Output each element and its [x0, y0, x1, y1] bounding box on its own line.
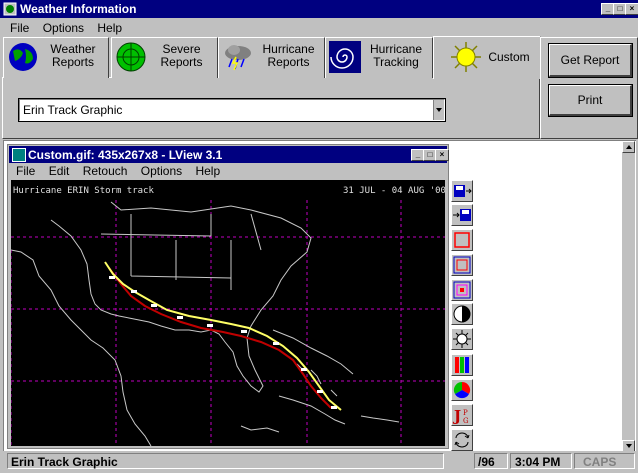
get-report-label: Get Report [560, 53, 620, 67]
lview-title: Custom.gif: 435x267x8 - LView 3.1 [28, 148, 223, 162]
map-caption-left: Hurricane ERIN Storm track [13, 186, 154, 196]
main-menu-bar: File Options Help [10, 20, 132, 36]
storm-track-map: Hurricane ERIN Storm track 31 JUL - 04 A… [11, 180, 445, 446]
svg-text:G: G [463, 417, 469, 425]
tab-hurricane-reports[interactable]: Hurricane Reports [218, 37, 325, 78]
save-disk-icon[interactable] [451, 180, 473, 202]
tab-label: Reports [51, 55, 95, 69]
lview-menu-help[interactable]: Help [195, 164, 220, 178]
sun-icon [450, 41, 482, 73]
globe-icon [7, 41, 39, 73]
app-icon[interactable] [3, 2, 17, 16]
map-caption-right: 31 JUL - 04 AUG '005 [343, 186, 445, 196]
status-caps-value: CAPS [583, 455, 617, 469]
scroll-up-button[interactable] [622, 141, 635, 153]
chevron-down-icon [626, 444, 632, 448]
status-text: Erin Track Graphic [7, 453, 444, 469]
status-time-value: 3:04 PM [515, 455, 561, 469]
tab-hurricane-tracking[interactable]: Hurricane Tracking [325, 37, 433, 78]
tab-severe-reports[interactable]: Severe Reports [111, 37, 218, 78]
storm-cloud-icon [222, 41, 254, 73]
color-wheel-icon[interactable] [451, 379, 473, 401]
lview-close-button[interactable]: × [435, 149, 449, 161]
lview-menu-file[interactable]: File [16, 164, 35, 178]
vertical-scrollbar[interactable] [622, 141, 635, 452]
lview-app-icon[interactable] [12, 148, 26, 162]
frame-icon[interactable] [451, 279, 473, 301]
report-select[interactable]: Erin Track Graphic [18, 98, 446, 122]
load-disk-icon[interactable] [451, 204, 473, 226]
tab-weather-reports[interactable]: Weather Reports [3, 37, 109, 78]
report-select-value: Erin Track Graphic [23, 103, 123, 117]
main-title-bar[interactable]: Weather Information _ □ × [0, 0, 638, 18]
close-button[interactable]: × [625, 3, 638, 15]
tab-label: Tracking [373, 55, 419, 69]
resize-icon[interactable] [451, 254, 473, 276]
storm-track-red [108, 267, 332, 409]
lview-menu-options[interactable]: Options [141, 164, 182, 178]
lview-menu-edit[interactable]: Edit [49, 164, 70, 178]
brightness-icon[interactable] [451, 328, 473, 350]
status-date: /96 [474, 453, 508, 469]
menu-file[interactable]: File [10, 21, 29, 35]
tab-label: Severe [162, 42, 201, 56]
svg-text:P: P [463, 409, 468, 417]
lview-title-bar[interactable]: Custom.gif: 435x267x8 - LView 3.1 _ □ × [9, 146, 449, 163]
status-message: Erin Track Graphic [11, 455, 118, 469]
lview-menu-retouch[interactable]: Retouch [83, 164, 128, 178]
tab-label: Reports [267, 55, 310, 69]
svg-text:J: J [452, 407, 461, 425]
rotate-icon[interactable] [451, 429, 473, 451]
tab-custom[interactable]: Custom [433, 36, 541, 79]
print-button[interactable]: Print [548, 84, 633, 117]
jpeg-icon[interactable]: JPG [451, 404, 473, 426]
hurricane-spiral-icon [329, 41, 361, 73]
tab-label: Hurricane [262, 42, 315, 56]
chevron-down-icon [436, 108, 442, 112]
tab-label: Custom [488, 50, 530, 64]
menu-help[interactable]: Help [97, 21, 122, 35]
crop-select-icon[interactable] [451, 229, 473, 251]
menu-options[interactable]: Options [43, 21, 84, 35]
contrast-icon[interactable] [451, 303, 473, 325]
print-label: Print [577, 93, 603, 107]
color-balance-icon[interactable] [451, 354, 473, 376]
lview-window[interactable]: Custom.gif: 435x267x8 - LView 3.1 _ □ × … [7, 144, 449, 449]
tab-label: Reports [160, 55, 203, 69]
status-time: 3:04 PM [510, 453, 572, 469]
status-date-value: /96 [478, 455, 495, 469]
chevron-up-icon [626, 145, 632, 149]
storm-track-map-graphic: Hurricane ERIN Storm track 31 JUL - 04 A… [11, 186, 445, 446]
tab-label: Hurricane [369, 42, 423, 56]
tab-label: Weather [50, 42, 96, 56]
window-title: Weather Information [20, 2, 137, 16]
storm-track-yellow [104, 261, 342, 411]
radar-icon [115, 41, 147, 73]
get-report-button[interactable]: Get Report [548, 43, 633, 78]
lview-menu-bar: File Edit Retouch Options Help [16, 163, 230, 179]
status-caps: CAPS [574, 453, 635, 469]
dropdown-arrow-button[interactable] [433, 100, 444, 120]
